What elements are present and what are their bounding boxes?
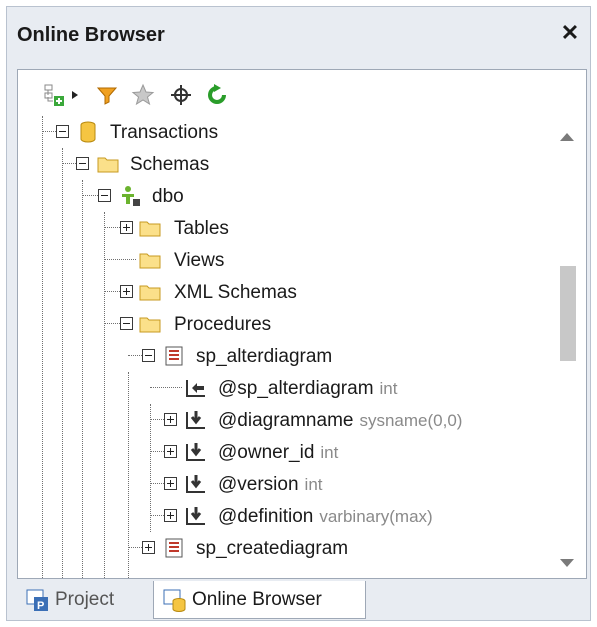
param-type: int <box>304 475 323 494</box>
return-param-icon <box>186 380 205 397</box>
user-schema-icon <box>122 186 140 206</box>
tab-project[interactable]: P Project <box>17 581 147 619</box>
browser-content: Transactions Schemas dbo Tables Views XM… <box>17 69 587 579</box>
add-connection-icon <box>44 84 64 106</box>
panel-title: Online Browser <box>17 24 165 46</box>
online-browser-icon <box>163 589 186 612</box>
expand-icon[interactable] <box>120 221 133 234</box>
collapse-icon[interactable] <box>76 157 89 170</box>
locate-button[interactable] <box>168 82 194 108</box>
input-param-icon <box>186 411 205 429</box>
svg-text:P: P <box>37 600 44 612</box>
tree-item-label: Transactions <box>110 122 219 143</box>
refresh-icon <box>208 84 226 104</box>
online-browser-panel: Online Browser ✕ Transactions Schemas db… <box>6 6 591 621</box>
close-icon[interactable]: ✕ <box>558 21 582 45</box>
refresh-button[interactable] <box>204 82 230 108</box>
tree-item-xml-schemas[interactable]: XML Schemas <box>18 276 548 308</box>
tree-item-label: @diagramname sysname(0,0) <box>218 410 463 431</box>
expand-icon[interactable] <box>120 285 133 298</box>
tree-item-views[interactable]: Views <box>18 244 548 276</box>
expand-icon[interactable] <box>142 541 155 554</box>
param-type: int <box>320 443 339 462</box>
tab-label: Project <box>55 589 115 610</box>
scroll-up-icon[interactable] <box>558 130 576 144</box>
database-icon <box>80 121 96 143</box>
folder-icon <box>139 285 161 301</box>
tree-item-dbo[interactable]: dbo <box>18 180 548 212</box>
scroll-down-icon[interactable] <box>558 556 576 570</box>
expand-icon[interactable] <box>164 477 177 490</box>
tree-item-param-version[interactable]: @version int <box>18 468 548 500</box>
collapse-icon[interactable] <box>56 125 69 138</box>
filter-button[interactable] <box>94 82 120 108</box>
dropdown-arrow[interactable] <box>68 82 82 108</box>
tree-item-label: sp_alterdiagram <box>196 346 333 367</box>
tree-item-label: Schemas <box>130 154 210 175</box>
favorites-button[interactable] <box>130 82 156 108</box>
vertical-scrollbar[interactable] <box>548 116 586 578</box>
bottom-tabs: P Project Online Browser <box>17 581 580 619</box>
crosshair-icon <box>171 85 191 105</box>
tree-item-procedures[interactable]: Procedures <box>18 308 548 340</box>
expand-icon[interactable] <box>164 445 177 458</box>
tree-item-sp-creatediagram[interactable]: sp_creatediagram <box>18 532 548 564</box>
tree-item-schemas[interactable]: Schemas <box>18 148 548 180</box>
tree-item-param-diagramname[interactable]: @diagramname sysname(0,0) <box>18 404 548 436</box>
tree-item-label: dbo <box>152 186 184 207</box>
tree-item-label: Procedures <box>174 314 272 335</box>
tree-item-transactions[interactable]: Transactions <box>18 116 548 148</box>
scrollbar-thumb[interactable] <box>560 266 576 361</box>
tree-item-label: @owner_id int <box>218 442 339 463</box>
triangle-right-icon <box>72 91 78 99</box>
param-type: int <box>379 379 398 398</box>
tree-item-tables[interactable]: Tables <box>18 212 548 244</box>
filter-icon <box>96 87 118 105</box>
collapse-icon[interactable] <box>142 349 155 362</box>
folder-icon <box>139 221 161 237</box>
tree-item-param-owner-id[interactable]: @owner_id int <box>18 436 548 468</box>
param-type: sysname(0,0) <box>359 411 463 430</box>
folder-icon <box>139 253 161 269</box>
add-connection-button[interactable] <box>42 82 68 108</box>
tree-item-param-definition[interactable]: @definition varbinary(max) <box>18 500 548 532</box>
tree-item-label: sp_creatediagram <box>196 538 349 559</box>
procedure-icon <box>165 346 183 366</box>
param-type: varbinary(max) <box>319 507 433 526</box>
toolbar <box>18 70 586 116</box>
tree-item-label: Views <box>174 250 225 271</box>
tree-item-label: @sp_alterdiagram int <box>218 378 398 399</box>
tree-item-param-sp-alterdiagram[interactable]: @sp_alterdiagram int <box>18 372 548 404</box>
title-bar: Online Browser ✕ <box>7 7 590 63</box>
input-param-icon <box>186 507 205 525</box>
tree-item-label: @definition varbinary(max) <box>218 506 433 527</box>
project-icon: P <box>26 589 48 612</box>
input-param-icon <box>186 443 205 461</box>
tree-item-label: XML Schemas <box>174 282 297 303</box>
object-tree: Transactions Schemas dbo Tables Views XM… <box>18 116 548 578</box>
tree-item-label: Tables <box>174 218 229 239</box>
tab-label: Online Browser <box>192 588 322 610</box>
collapse-icon[interactable] <box>98 189 111 202</box>
tab-online-browser[interactable]: Online Browser <box>153 581 366 619</box>
star-icon <box>131 83 155 106</box>
expand-icon[interactable] <box>164 509 177 522</box>
tree-item-sp-alterdiagram[interactable]: sp_alterdiagram <box>18 340 548 372</box>
procedure-icon <box>165 538 183 558</box>
tree-item-label: @version int <box>218 474 323 495</box>
input-param-icon <box>186 475 205 493</box>
folder-icon <box>139 317 161 333</box>
expand-icon[interactable] <box>164 413 177 426</box>
folder-icon <box>97 157 119 173</box>
collapse-icon[interactable] <box>120 317 133 330</box>
